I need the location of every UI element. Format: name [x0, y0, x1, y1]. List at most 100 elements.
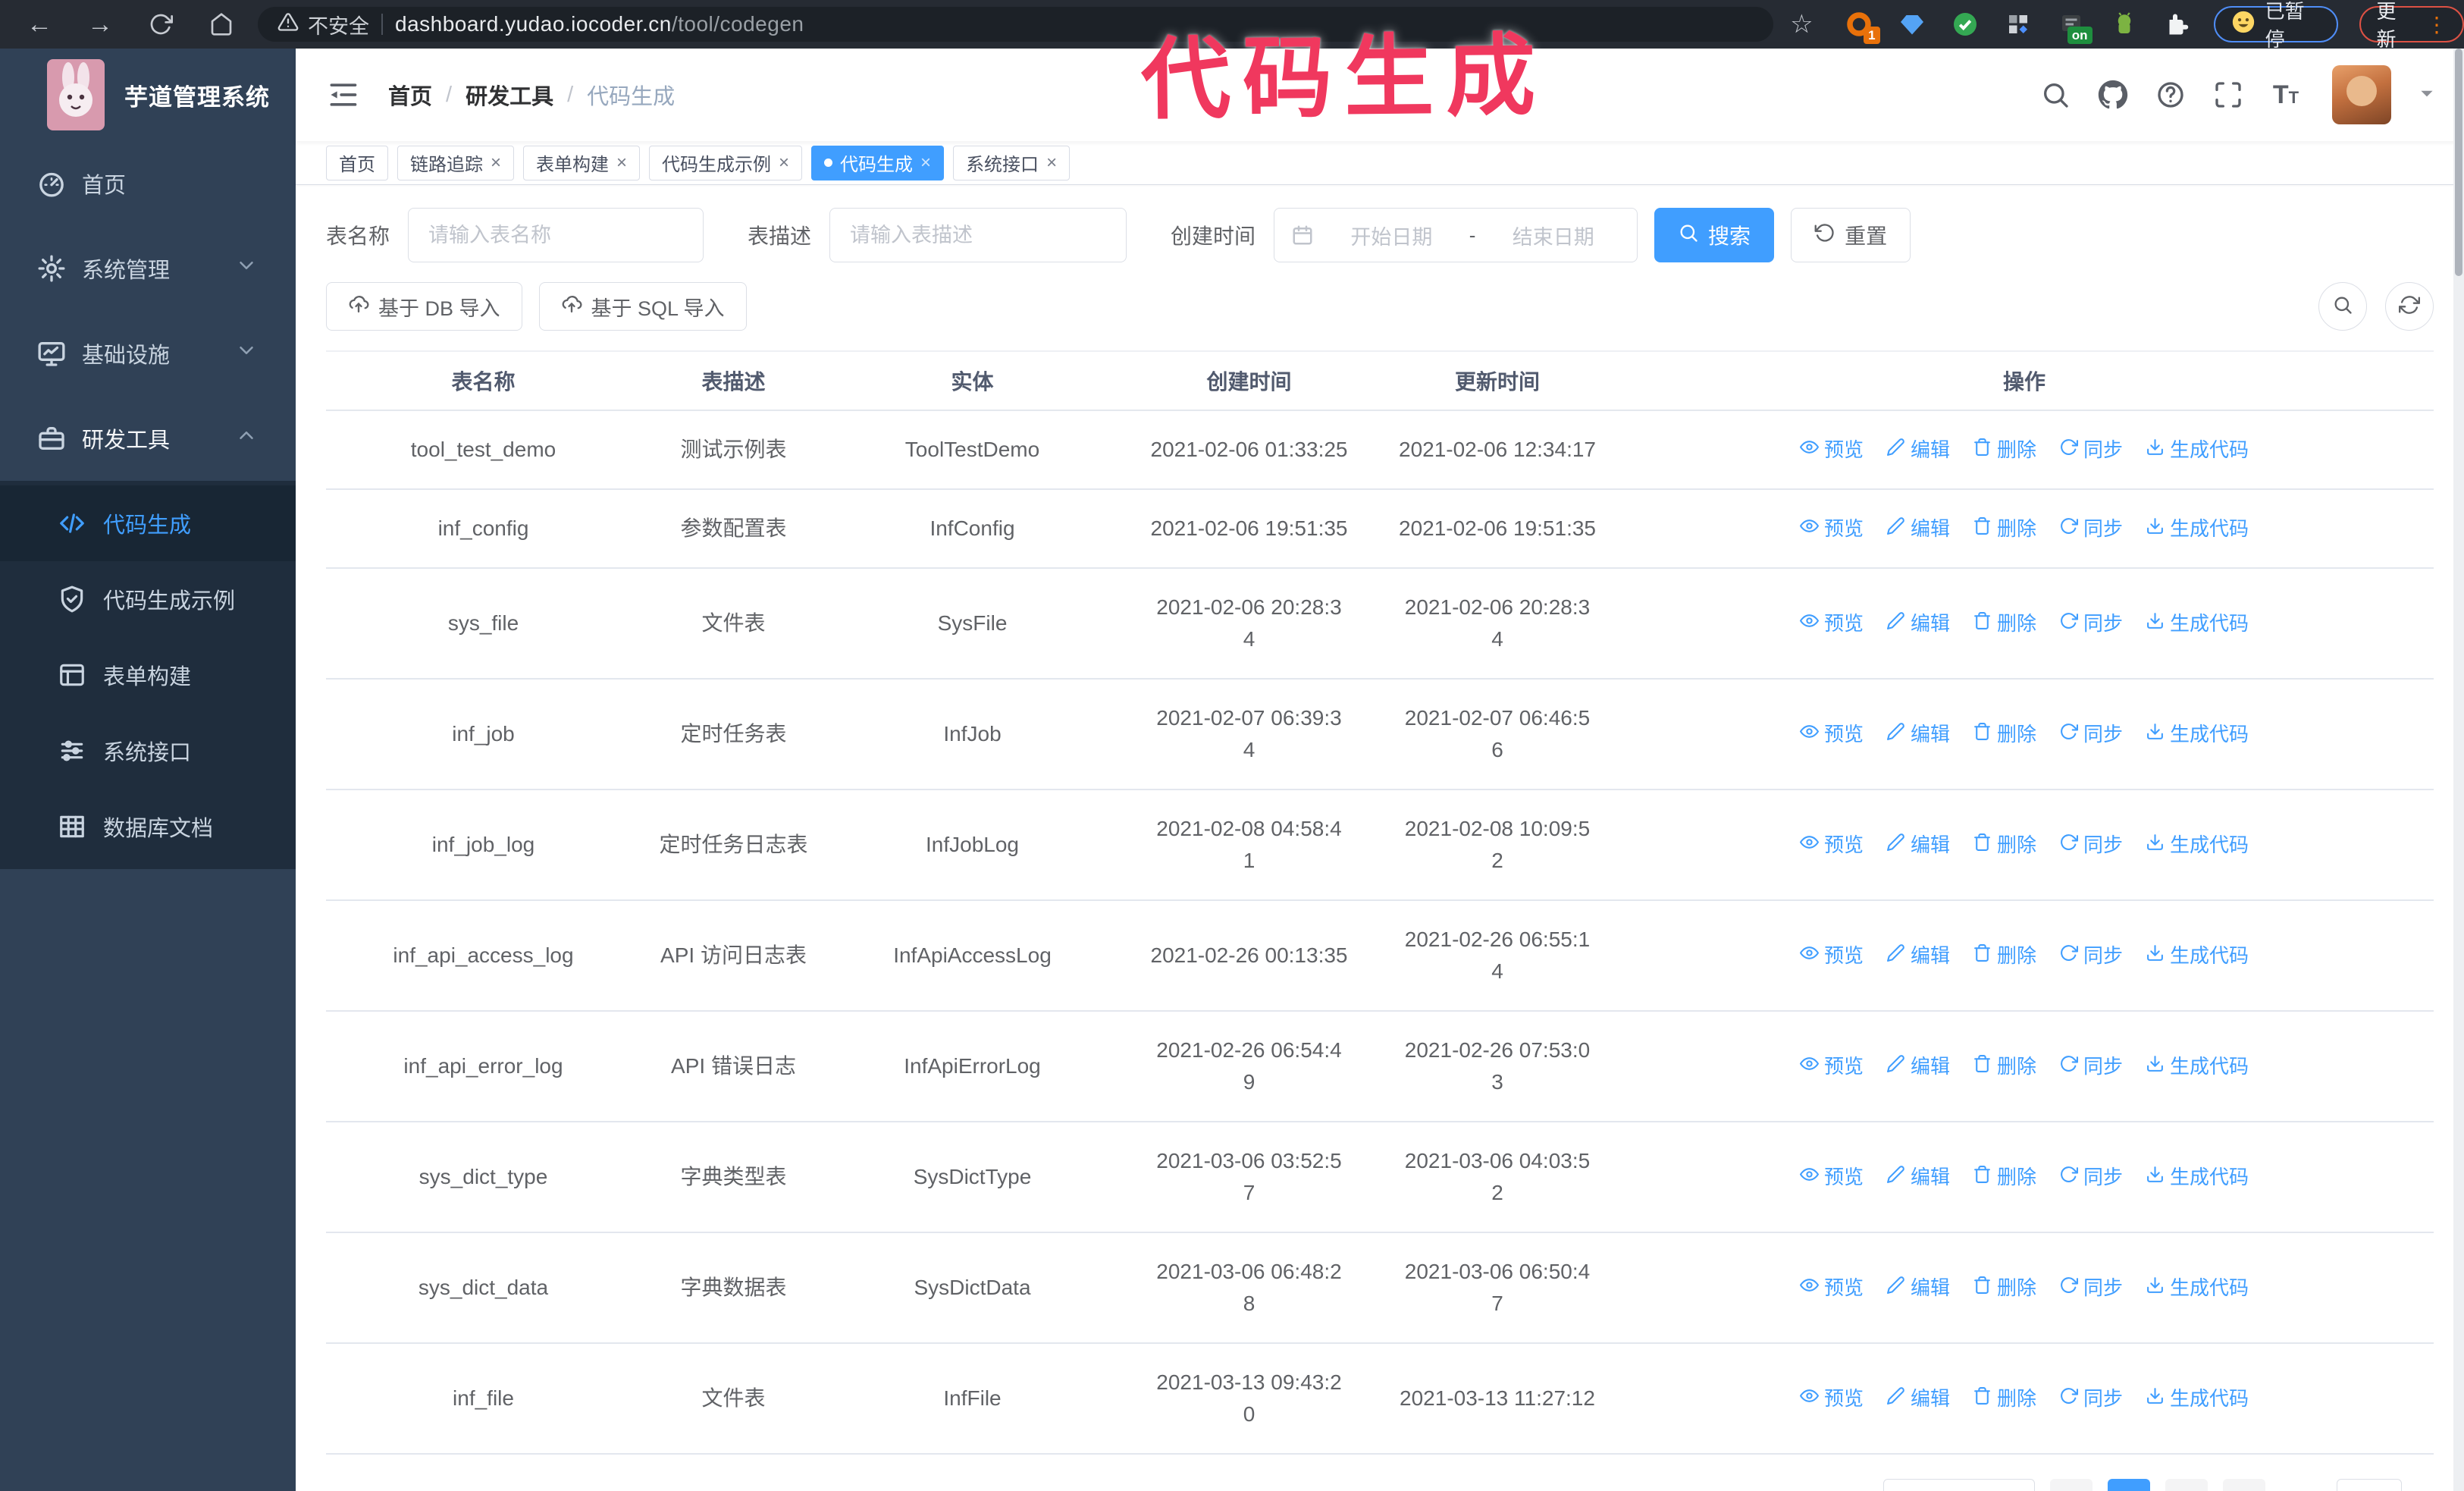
address-bar[interactable]: 不安全 dashboard.yudao.iocoder.cn/tool/code… — [258, 7, 1774, 42]
action-同步[interactable]: 同步 — [2059, 1383, 2123, 1414]
action-编辑[interactable]: 编辑 — [1886, 829, 1950, 861]
action-预览[interactable]: 预览 — [1799, 434, 1864, 466]
tab-链路追踪[interactable]: 链路追踪 × — [397, 145, 515, 180]
search-icon[interactable] — [2039, 79, 2071, 111]
create-time-range-picker[interactable]: 开始日期 - 结束日期 — [1274, 208, 1638, 262]
breadcrumb-item[interactable]: 首页 — [388, 79, 432, 111]
breadcrumb-item[interactable]: 研发工具 — [466, 79, 553, 111]
action-预览[interactable]: 预览 — [1799, 829, 1864, 861]
refresh-table-button[interactable] — [2385, 282, 2434, 331]
goto-page-input[interactable] — [2336, 1479, 2402, 1491]
paused-badge[interactable]: 已暂停 — [2213, 0, 2339, 51]
github-icon[interactable] — [2097, 79, 2129, 111]
action-预览[interactable]: 预览 — [1799, 1383, 1864, 1414]
sidebar-item-首页[interactable]: 首页 — [0, 141, 296, 226]
action-编辑[interactable]: 编辑 — [1886, 1161, 1950, 1193]
browser-update-button[interactable]: 更新 ⋮ — [2359, 0, 2464, 51]
app-logo[interactable]: 芋道管理系统 — [0, 49, 296, 141]
ext-dark-icon[interactable]: on — [2056, 9, 2093, 44]
action-同步[interactable]: 同步 — [2059, 829, 2123, 861]
avatar[interactable] — [2332, 65, 2391, 124]
fullscreen-icon[interactable] — [2212, 79, 2244, 111]
action-编辑[interactable]: 编辑 — [1886, 1050, 1950, 1082]
ext-puzzle-icon[interactable] — [2162, 9, 2193, 39]
action-编辑[interactable]: 编辑 — [1886, 607, 1950, 639]
ext-green-check-icon[interactable] — [1950, 9, 1980, 39]
ext-grid-icon[interactable] — [2003, 9, 2033, 39]
site-security[interactable]: 不安全 — [277, 10, 369, 39]
action-删除[interactable]: 删除 — [1973, 940, 2036, 972]
close-icon[interactable]: × — [920, 153, 931, 172]
reload-icon[interactable] — [147, 11, 174, 38]
action-删除[interactable]: 删除 — [1973, 607, 2036, 639]
submenu-item-系统接口[interactable]: 系统接口 — [0, 713, 296, 789]
action-删除[interactable]: 删除 — [1973, 1383, 2036, 1414]
url-text[interactable]: dashboard.yudao.iocoder.cn/tool/codegen — [395, 12, 804, 36]
close-icon[interactable]: × — [616, 153, 627, 172]
action-编辑[interactable]: 编辑 — [1886, 434, 1950, 466]
action-预览[interactable]: 预览 — [1799, 1050, 1864, 1082]
tab-首页[interactable]: 首页 — [326, 145, 388, 180]
submenu-item-数据库文档[interactable]: 数据库文档 — [0, 789, 296, 865]
action-删除[interactable]: 删除 — [1973, 1272, 2036, 1304]
import-sql-button[interactable]: 基于 SQL 导入 — [538, 282, 747, 331]
caret-down-icon[interactable] — [2417, 83, 2437, 107]
close-icon[interactable]: × — [779, 153, 789, 172]
action-生成代码[interactable]: 生成代码 — [2146, 1383, 2249, 1414]
action-同步[interactable]: 同步 — [2059, 718, 2123, 750]
fontsize-icon[interactable]: TT — [2270, 79, 2302, 111]
submenu-item-代码生成[interactable]: 代码生成 — [0, 485, 296, 561]
action-编辑[interactable]: 编辑 — [1886, 1272, 1950, 1304]
close-icon[interactable]: × — [491, 153, 501, 172]
action-生成代码[interactable]: 生成代码 — [2146, 1161, 2249, 1193]
ext-droid-icon[interactable] — [2109, 9, 2140, 39]
sidebar-item-研发工具[interactable]: 研发工具 — [0, 396, 296, 481]
ext-orange-icon[interactable]: 1 — [1844, 9, 1880, 44]
action-删除[interactable]: 删除 — [1973, 434, 2036, 466]
sidebar-item-基础设施[interactable]: 基础设施 — [0, 311, 296, 396]
page-size-select[interactable]: 10条/页 — [1882, 1479, 2035, 1491]
page-button-2[interactable]: 2 — [2165, 1479, 2208, 1491]
import-db-button[interactable]: 基于 DB 导入 — [326, 282, 522, 331]
action-编辑[interactable]: 编辑 — [1886, 513, 1950, 545]
action-预览[interactable]: 预览 — [1799, 718, 1864, 750]
action-预览[interactable]: 预览 — [1799, 1161, 1864, 1193]
prev-page-button[interactable] — [2049, 1479, 2093, 1491]
action-同步[interactable]: 同步 — [2059, 434, 2123, 466]
action-预览[interactable]: 预览 — [1799, 513, 1864, 545]
action-同步[interactable]: 同步 — [2059, 1161, 2123, 1193]
submenu-item-代码生成示例[interactable]: 代码生成示例 — [0, 561, 296, 637]
action-同步[interactable]: 同步 — [2059, 1272, 2123, 1304]
action-删除[interactable]: 删除 — [1973, 1161, 2036, 1193]
toggle-search-button[interactable] — [2318, 282, 2367, 331]
action-删除[interactable]: 删除 — [1973, 513, 2036, 545]
table-name-input[interactable] — [408, 208, 704, 262]
tab-系统接口[interactable]: 系统接口 × — [953, 145, 1071, 180]
tab-表单构建[interactable]: 表单构建 × — [523, 145, 641, 180]
search-button[interactable]: 搜索 — [1654, 208, 1775, 262]
action-同步[interactable]: 同步 — [2059, 940, 2123, 972]
table-desc-input[interactable] — [829, 208, 1127, 262]
action-预览[interactable]: 预览 — [1799, 607, 1864, 639]
action-同步[interactable]: 同步 — [2059, 607, 2123, 639]
action-生成代码[interactable]: 生成代码 — [2146, 940, 2249, 972]
action-编辑[interactable]: 编辑 — [1886, 718, 1950, 750]
home-icon[interactable] — [208, 11, 235, 38]
ext-diamond-icon[interactable] — [1897, 9, 1927, 39]
action-生成代码[interactable]: 生成代码 — [2146, 1050, 2249, 1082]
sidebar-fold-icon[interactable] — [326, 78, 359, 111]
action-生成代码[interactable]: 生成代码 — [2146, 829, 2249, 861]
tab-代码生成[interactable]: 代码生成 × — [811, 145, 945, 180]
scrollbar-thumb[interactable] — [2455, 49, 2462, 276]
reset-button[interactable]: 重置 — [1791, 208, 1911, 262]
action-删除[interactable]: 删除 — [1973, 1050, 2036, 1082]
submenu-item-表单构建[interactable]: 表单构建 — [0, 637, 296, 713]
next-page-button[interactable] — [2222, 1479, 2265, 1491]
sidebar-item-系统管理[interactable]: 系统管理 — [0, 226, 296, 311]
action-删除[interactable]: 删除 — [1973, 718, 2036, 750]
action-生成代码[interactable]: 生成代码 — [2146, 1272, 2249, 1304]
help-icon[interactable] — [2155, 79, 2187, 111]
action-预览[interactable]: 预览 — [1799, 940, 1864, 972]
bookmark-star-icon[interactable]: ☆ — [1790, 9, 1813, 39]
browser-menu-icon[interactable]: ⋮ — [2426, 12, 2447, 37]
